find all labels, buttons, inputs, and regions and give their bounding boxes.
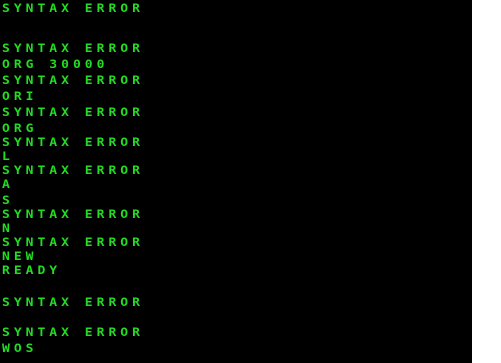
terminal-line: SYNTAX ERROR [2,74,144,88]
terminal-line: N [2,222,14,236]
terminal-line: SYNTAX ERROR [2,296,144,310]
terminal-line: ORG 30000 [2,58,109,72]
terminal-line: SYNTAX ERROR [2,2,144,16]
terminal-line: ORG [2,122,38,136]
terminal-line: READY [2,264,62,278]
terminal-screen[interactable]: SYNTAX ERROR SYNTAX ERROR ORG 30000 SYNT… [0,0,472,363]
terminal-line: L [2,150,14,164]
terminal-line: SYNTAX ERROR [2,136,144,150]
terminal-line: SYNTAX ERROR [2,106,144,120]
terminal-line: A [2,178,14,192]
terminal-line: WOS [2,342,38,356]
terminal-line: SYNTAX ERROR [2,236,144,250]
terminal-line: SYNTAX ERROR [2,326,144,340]
terminal-line: NEW [2,250,38,264]
terminal-line: SYNTAX ERROR [2,164,144,178]
terminal-line: SYNTAX ERROR [2,42,144,56]
terminal-line: S [2,194,14,208]
terminal-line: ORI [2,90,38,104]
terminal-line: SYNTAX ERROR [2,208,144,222]
